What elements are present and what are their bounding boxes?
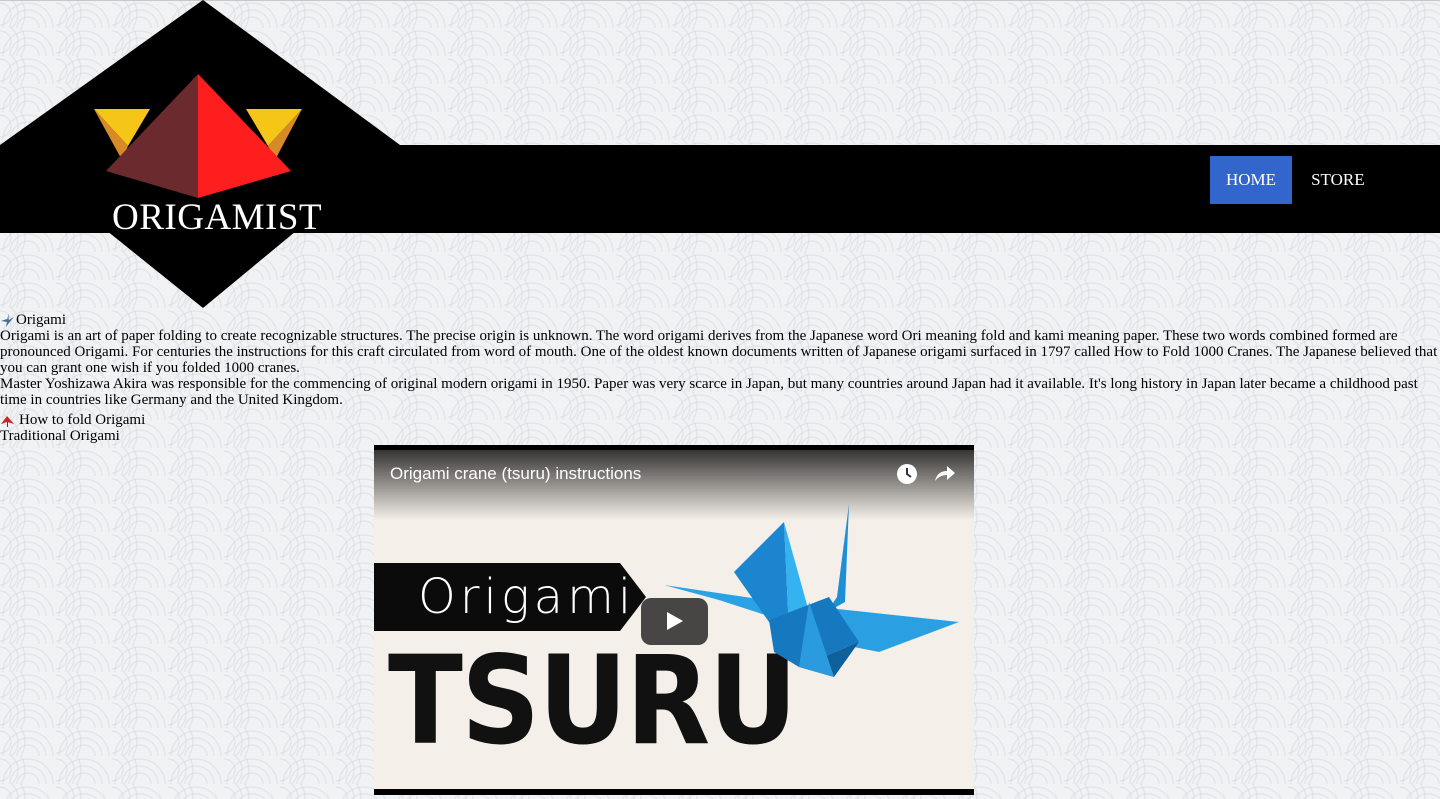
video-title-gradient bbox=[374, 450, 974, 520]
leaf-icon bbox=[1, 416, 14, 427]
nav-home-link[interactable]: HOME bbox=[1210, 156, 1293, 204]
video-player[interactable]: Origami TSURU Origami crane (tsuru) inst… bbox=[374, 445, 974, 795]
modern-history-paragraph: Master Yoshizawa Akira was responsible f… bbox=[0, 376, 1418, 408]
section-origami-heading: Origami bbox=[0, 310, 1440, 328]
section-howto-heading: How to fold Origami bbox=[0, 411, 1440, 428]
nav-store-link[interactable]: STORE bbox=[1292, 156, 1384, 204]
main-content: Origami Origami is an art of paper foldi… bbox=[0, 310, 1440, 444]
clock-icon[interactable] bbox=[894, 461, 920, 487]
history-paragraph: Origami is an art of paper folding to cr… bbox=[0, 328, 1438, 376]
play-button[interactable] bbox=[641, 598, 708, 645]
share-icon[interactable] bbox=[931, 461, 957, 487]
logo[interactable]: ORIGAMIST bbox=[0, 0, 400, 310]
section-origami-title: Origami bbox=[16, 312, 66, 328]
main-nav: HOME STORE bbox=[1210, 156, 1384, 204]
logo-text: ORIGAMIST bbox=[112, 197, 323, 238]
crane-icon bbox=[1, 314, 14, 327]
video-title[interactable]: Origami crane (tsuru) instructions bbox=[390, 464, 641, 484]
play-icon bbox=[667, 612, 683, 630]
section-howto-title: How to fold Origami bbox=[19, 412, 146, 428]
logo-diamond-icon bbox=[0, 0, 400, 308]
thumb-banner-text: Origami bbox=[418, 569, 636, 625]
section-howto-subtitle: Traditional Origami bbox=[0, 428, 120, 444]
